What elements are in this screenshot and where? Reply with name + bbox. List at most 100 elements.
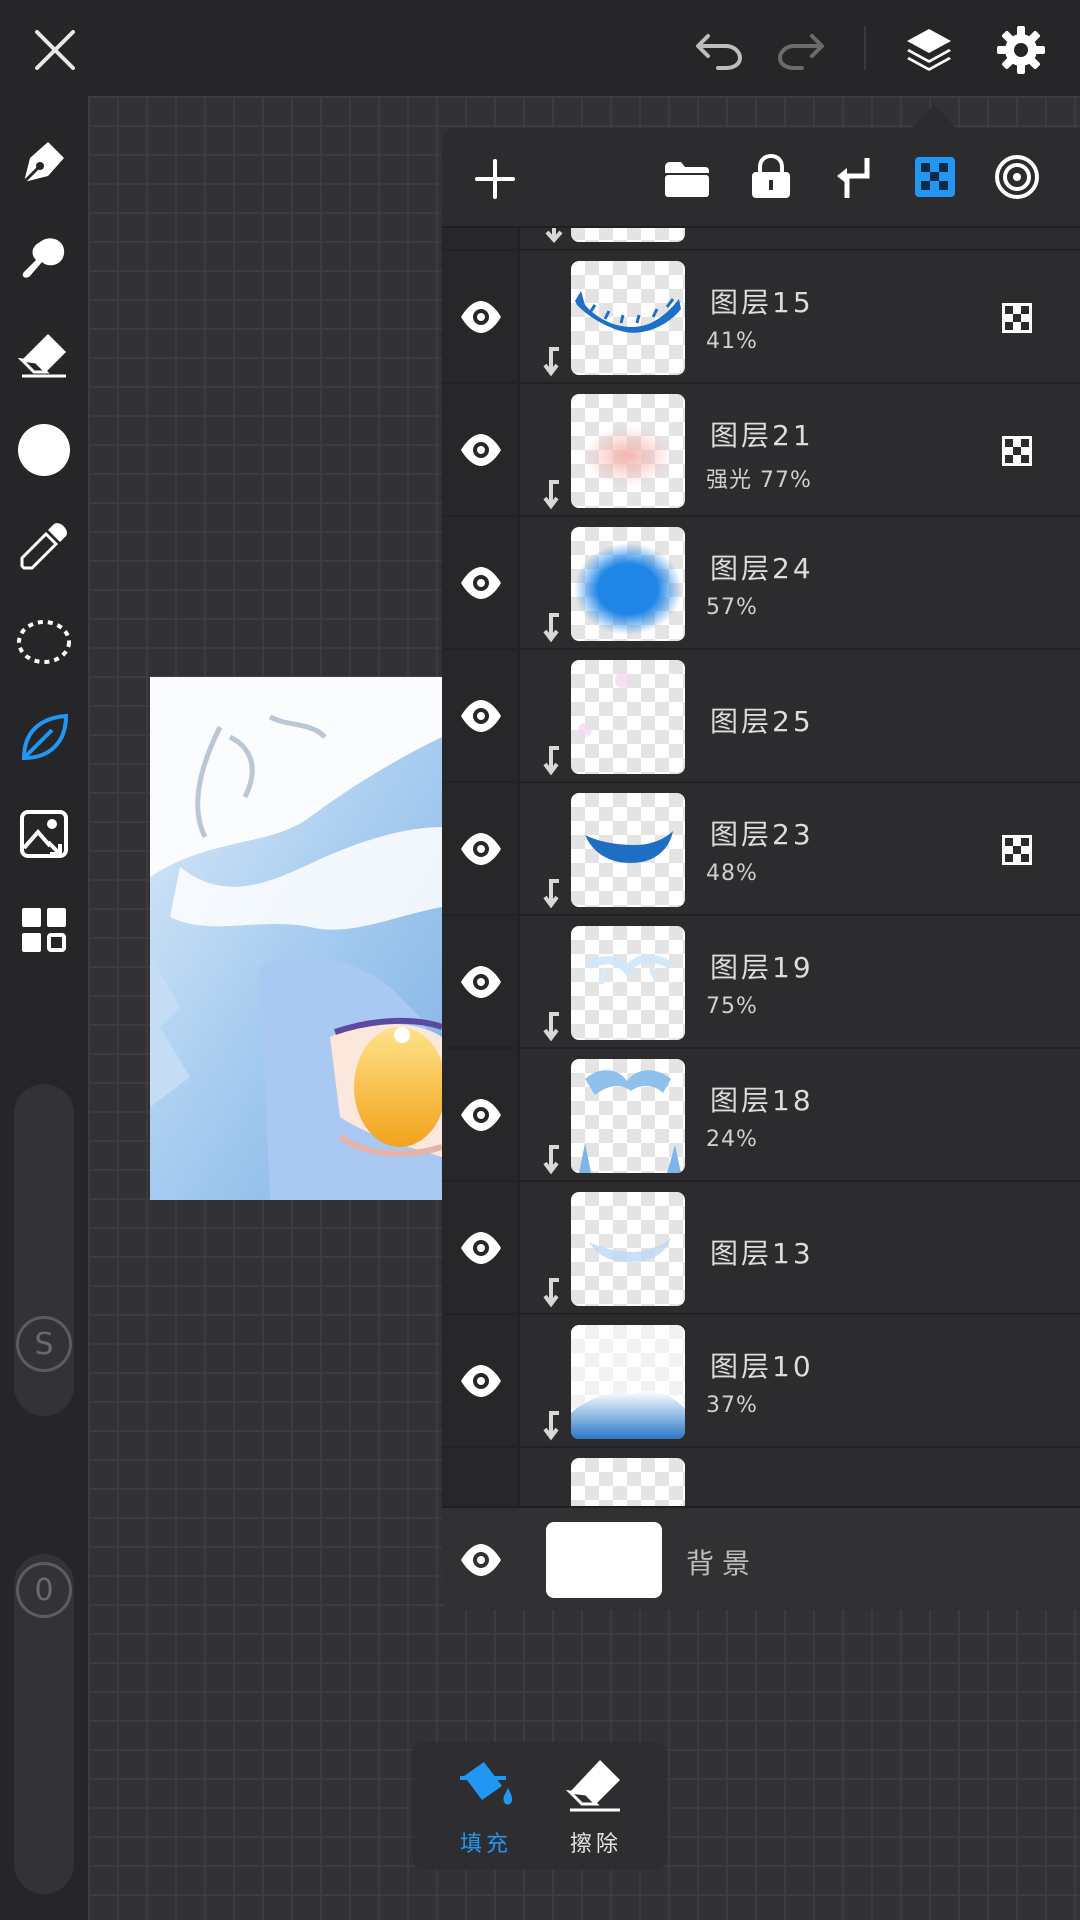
eye-icon[interactable]	[458, 430, 504, 470]
layer-thumbnail	[571, 527, 685, 641]
fill-button[interactable]: 填充	[436, 1756, 536, 1857]
layers-icon[interactable]	[900, 22, 958, 78]
erase-button[interactable]: 擦除	[546, 1756, 646, 1857]
eye-icon[interactable]	[458, 962, 504, 1002]
eraser-icon	[566, 1760, 620, 1812]
layer-opacity: 41%	[706, 329, 758, 354]
layer-row[interactable]: 图层18 24%	[442, 1049, 1080, 1182]
layer-name: 图层18	[710, 1084, 814, 1117]
clip-arrow-icon	[543, 347, 559, 377]
alpha-lock-badge-icon	[1002, 835, 1032, 865]
layer-name: 图层25	[710, 705, 814, 738]
layers-toolbar	[442, 128, 1080, 228]
eye-icon[interactable]	[458, 297, 504, 337]
reference-target-icon[interactable]	[992, 152, 1042, 202]
add-layer-icon[interactable]	[470, 154, 520, 204]
grid-menu-icon[interactable]	[14, 900, 74, 960]
paint-bucket-icon	[460, 1762, 513, 1805]
layer-opacity: 24%	[706, 1127, 758, 1152]
image-import-icon[interactable]	[14, 804, 74, 864]
leaf-tool-icon[interactable]	[14, 708, 74, 768]
layer-opacity: 75%	[706, 994, 758, 1019]
layer-row-partial-top	[442, 228, 1080, 251]
stabilizer-icon[interactable]: S	[16, 1316, 72, 1372]
pen-tool-icon[interactable]	[14, 132, 74, 192]
opacity-value-knob[interactable]: 0	[16, 1562, 72, 1618]
layer-thumbnail	[571, 1192, 685, 1306]
background-layer-name: 背景	[686, 1547, 759, 1580]
alpha-lock-badge-icon	[1002, 303, 1032, 333]
clip-arrow-icon	[543, 1145, 559, 1175]
eye-icon[interactable]	[458, 829, 504, 869]
clip-arrow-icon	[545, 228, 563, 244]
undo-icon[interactable]	[690, 24, 748, 76]
clip-arrow-icon	[543, 879, 559, 909]
layer-thumbnail	[571, 1059, 685, 1173]
eraser-tool-icon[interactable]	[14, 324, 74, 384]
layer-thumbnail	[571, 261, 685, 375]
layer-thumbnail	[571, 394, 685, 508]
clip-arrow-icon	[543, 1278, 559, 1308]
fill-erase-toolbar: 填充 擦除	[412, 1742, 667, 1870]
panel-caret	[912, 104, 956, 128]
layer-name: 图层21	[710, 419, 814, 452]
layer-name: 图层24	[710, 552, 814, 585]
artwork-image	[150, 677, 442, 1200]
layer-list[interactable]: 图层15 41% 图层21 强光 77% 图层24 57% 图层25 图层23 …	[442, 228, 1080, 1610]
gear-icon[interactable]	[992, 22, 1050, 78]
artwork-canvas[interactable]	[150, 677, 442, 1200]
clip-arrow-icon	[543, 1411, 559, 1441]
layer-thumbnail	[571, 926, 685, 1040]
eyedropper-icon[interactable]	[14, 516, 74, 576]
alpha-lock-icon[interactable]	[910, 152, 960, 202]
layer-row[interactable]: 图层23 48%	[442, 783, 1080, 916]
lock-icon[interactable]	[746, 152, 796, 202]
layer-row[interactable]: 图层25	[442, 650, 1080, 783]
eye-icon[interactable]	[458, 1095, 504, 1135]
lasso-select-icon[interactable]	[14, 612, 74, 672]
layer-row[interactable]: 图层10 37%	[442, 1315, 1080, 1448]
layer-row[interactable]: 图层24 57%	[442, 517, 1080, 650]
eye-icon[interactable]	[458, 1228, 504, 1268]
toolbar-divider	[864, 26, 866, 70]
clip-arrow-icon	[543, 1012, 559, 1042]
smudge-tool-icon[interactable]	[14, 228, 74, 288]
layer-opacity: 48%	[706, 861, 758, 886]
top-bar	[0, 0, 1080, 96]
layer-row[interactable]: 图层13	[442, 1182, 1080, 1315]
eye-icon[interactable]	[458, 1361, 504, 1401]
layer-row[interactable]: 图层19 75%	[442, 916, 1080, 1049]
alpha-lock-badge-icon	[1002, 436, 1032, 466]
folder-icon[interactable]	[662, 154, 712, 204]
clip-arrow-icon	[543, 480, 559, 510]
brush-size-slider[interactable]: S	[14, 1084, 74, 1416]
layer-name: 图层15	[710, 286, 814, 319]
redo-icon[interactable]	[772, 24, 830, 76]
layer-name: 图层23	[710, 818, 814, 851]
layer-thumbnail	[571, 228, 685, 242]
layer-opacity: 37%	[706, 1393, 758, 1418]
background-thumbnail	[546, 1522, 662, 1598]
eye-icon[interactable]	[458, 563, 504, 603]
eye-icon[interactable]	[458, 696, 504, 736]
clip-arrow-icon	[543, 613, 559, 643]
fill-label: 填充	[459, 1832, 512, 1857]
clipping-mask-icon[interactable]	[828, 152, 878, 202]
layer-blend-opacity: 强光 77%	[706, 468, 812, 493]
brush-opacity-slider[interactable]: 0	[14, 1554, 74, 1894]
layer-thumbnail	[571, 1325, 685, 1439]
eye-icon[interactable]	[458, 1540, 504, 1580]
layer-row[interactable]: 图层21 强光 77%	[442, 384, 1080, 517]
close-icon[interactable]	[26, 24, 84, 76]
erase-label: 擦除	[569, 1832, 622, 1857]
opacity-value: 0	[34, 1572, 54, 1608]
layer-name: 图层13	[710, 1237, 814, 1270]
color-swatch[interactable]	[14, 420, 74, 480]
tool-sidebar: S 0	[0, 96, 88, 1920]
layers-panel: 图层15 41% 图层21 强光 77% 图层24 57% 图层25 图层23 …	[442, 128, 1080, 1610]
layer-name: 图层10	[710, 1350, 814, 1383]
layer-name: 图层19	[710, 951, 814, 984]
layer-opacity: 57%	[706, 595, 758, 620]
background-layer-row[interactable]: 背景	[442, 1506, 1080, 1610]
layer-row[interactable]: 图层15 41%	[442, 251, 1080, 384]
